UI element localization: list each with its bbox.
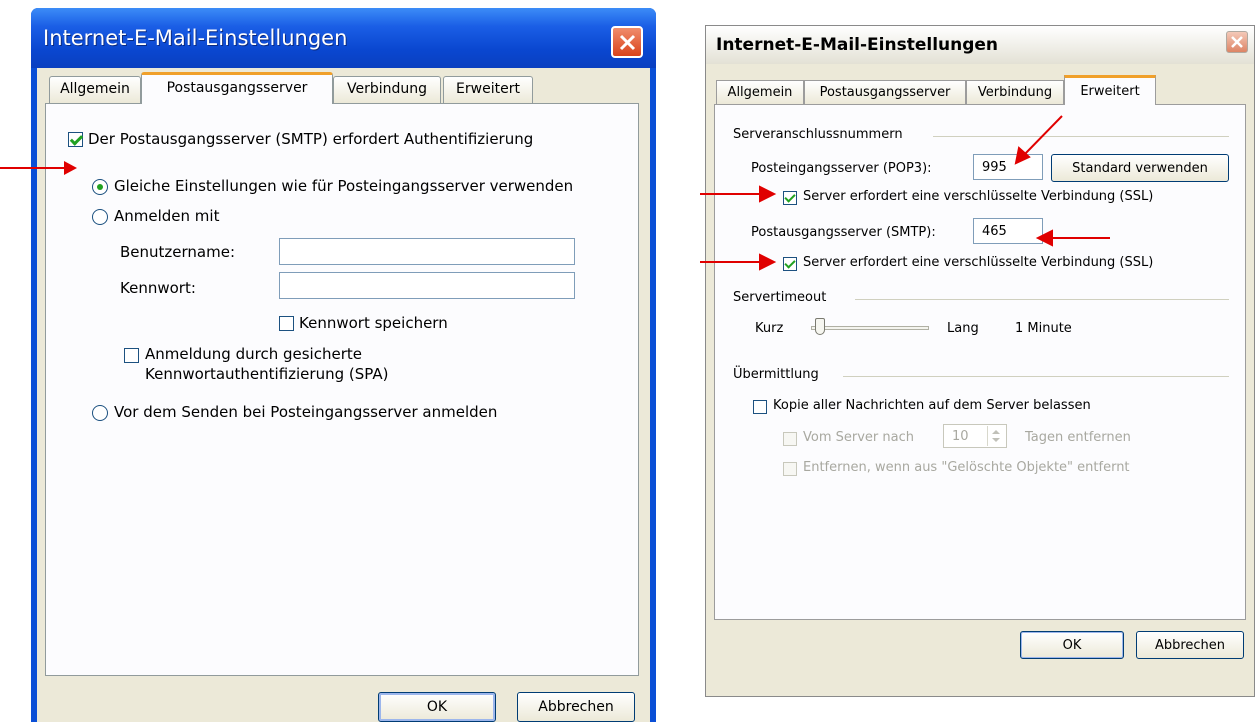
annotation-arrowhead bbox=[1035, 229, 1053, 247]
annotation-arrowhead bbox=[1014, 146, 1031, 165]
annotation-arrowhead bbox=[759, 253, 777, 271]
annotation-arrow-pop3 bbox=[1022, 115, 1063, 157]
tab-postausgangsserver[interactable]: Postausgangsserver bbox=[141, 72, 333, 104]
annotation-overlay bbox=[700, 115, 1110, 271]
annotation-arrowhead bbox=[759, 185, 777, 203]
tab-erweitert[interactable]: Erweitert bbox=[1064, 75, 1156, 105]
